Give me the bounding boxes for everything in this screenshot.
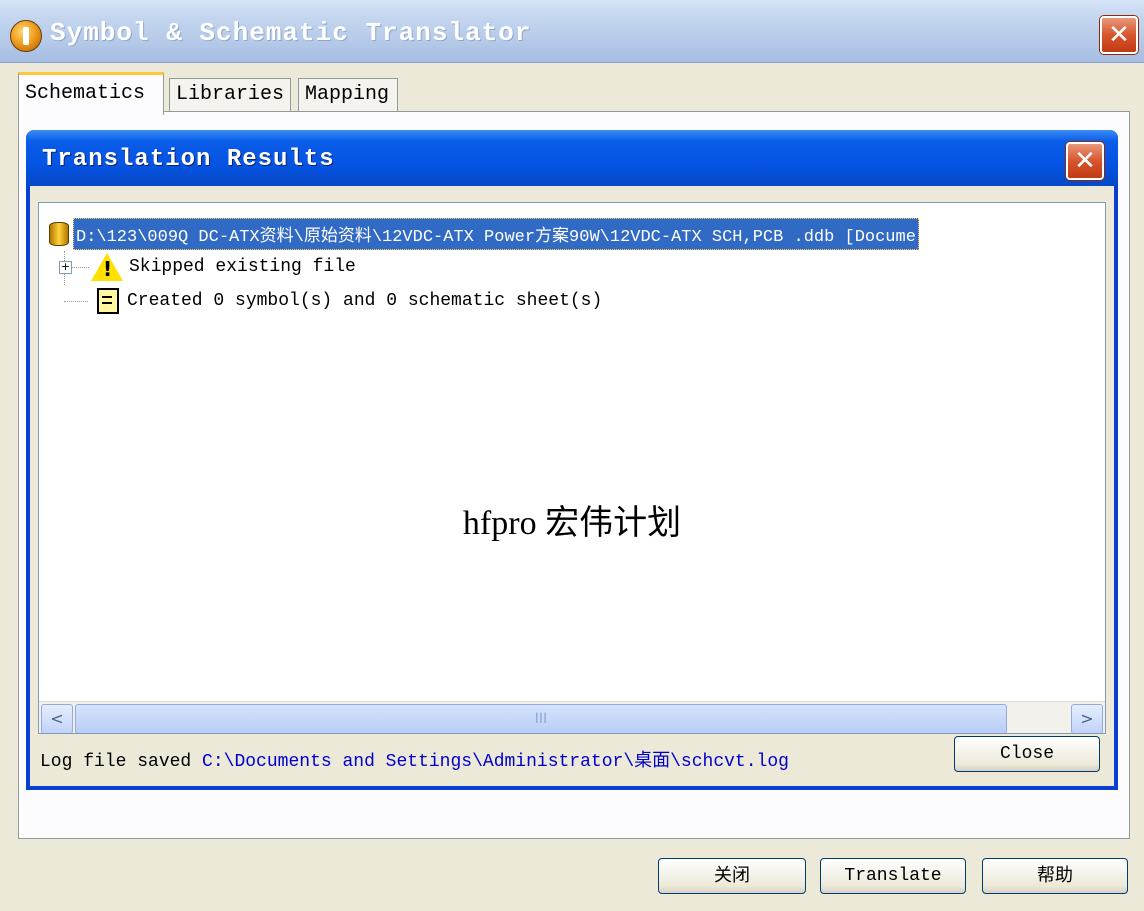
window-title: Symbol & Schematic Translator [50, 18, 532, 48]
tree-root-label: D:\123\009Q DC-ATX资料\原始资料\12VDC-ATX Powe… [73, 218, 919, 250]
window-titlebar[interactable]: Symbol & Schematic Translator ✕ [0, 0, 1144, 63]
translation-results-dialog: Translation Results ✕ D:\123\009Q DC-ATX… [26, 130, 1118, 790]
dialog-title: Translation Results [42, 146, 335, 173]
footer-close-button[interactable]: 关闭 [658, 858, 806, 894]
translator-window: Symbol & Schematic Translator ✕ Schemati… [0, 0, 1144, 911]
translate-button[interactable]: Translate [820, 858, 966, 894]
horizontal-scrollbar[interactable]: < III > [39, 701, 1105, 733]
results-tree: D:\123\009Q DC-ATX资料\原始资料\12VDC-ATX Powe… [38, 202, 1106, 734]
tree-item-created[interactable]: Created 0 symbol(s) and 0 schematic shee… [91, 286, 602, 316]
tab-libraries[interactable]: Libraries [169, 78, 291, 111]
database-icon [49, 222, 69, 246]
log-path-link[interactable]: C:\Documents and Settings\Administrator\… [202, 752, 789, 772]
tree-line [71, 267, 89, 268]
watermark-text: hfpro 宏伟计划 [462, 505, 682, 542]
dialog-titlebar[interactable]: Translation Results ✕ [26, 130, 1118, 186]
log-status: Log file saved C:\Documents and Settings… [40, 746, 789, 772]
scroll-left-button[interactable]: < [41, 704, 73, 733]
help-button[interactable]: 帮助 [982, 858, 1128, 894]
expand-icon[interactable]: + [59, 261, 72, 274]
tree-line [64, 301, 88, 302]
tab-mapping[interactable]: Mapping [298, 78, 398, 111]
tab-schematics[interactable]: Schematics [18, 72, 164, 115]
window-close-button[interactable]: ✕ [1100, 16, 1138, 54]
tree-root-item[interactable]: D:\123\009Q DC-ATX资料\原始资料\12VDC-ATX Powe… [49, 218, 919, 250]
tree-item-label: Skipped existing file [129, 257, 356, 277]
scroll-right-button[interactable]: > [1071, 704, 1103, 733]
document-icon [97, 288, 119, 314]
tree-item-skipped[interactable]: ! Skipped existing file [91, 252, 356, 282]
scroll-thumb[interactable]: III [75, 704, 1007, 733]
dialog-body: D:\123\009Q DC-ATX资料\原始资料\12VDC-ATX Powe… [30, 186, 1114, 786]
tree-item-label: Created 0 symbol(s) and 0 schematic shee… [127, 291, 603, 311]
log-label: Log file saved [40, 752, 192, 772]
close-button[interactable]: Close [954, 736, 1100, 772]
dialog-close-button[interactable]: ✕ [1066, 142, 1104, 180]
app-icon [10, 20, 42, 52]
warning-icon: ! [91, 253, 123, 281]
